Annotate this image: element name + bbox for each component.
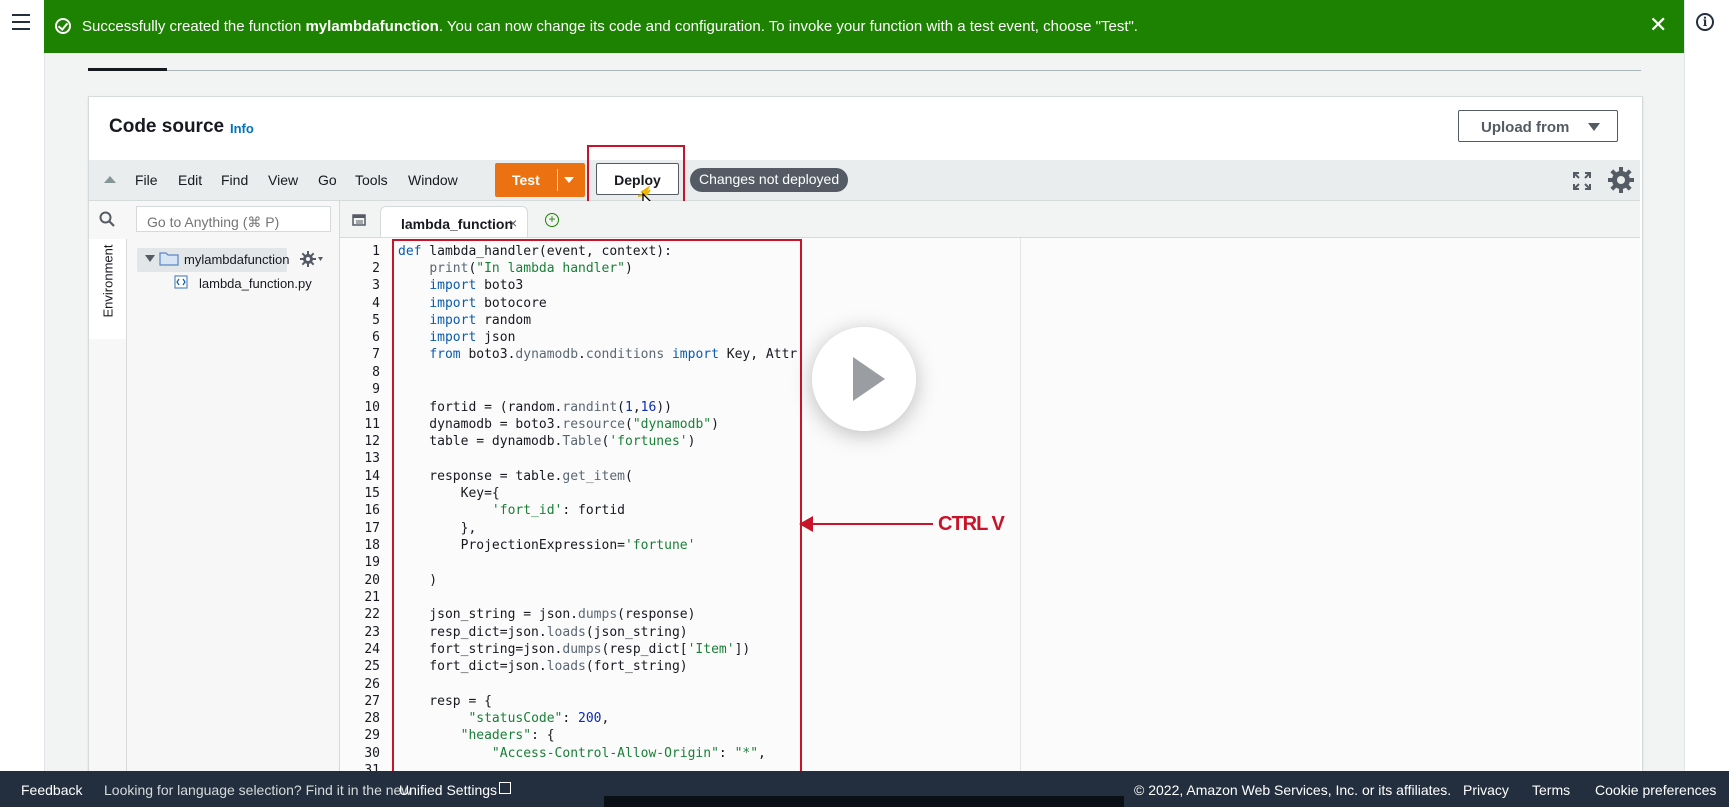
language-notice: Looking for language selection? Find it … <box>104 782 412 798</box>
hamburger-menu-icon[interactable] <box>12 14 30 30</box>
environment-tab-label: Environment <box>100 244 116 318</box>
caret-down-icon <box>1588 123 1600 131</box>
line-number: 14 <box>364 469 380 484</box>
right-tools-rail <box>1684 0 1729 771</box>
menu-tools[interactable]: Tools <box>355 172 388 188</box>
privacy-link[interactable]: Privacy <box>1463 782 1509 798</box>
flash-function-name: mylambdafunction <box>305 18 439 35</box>
search-icon <box>99 211 115 227</box>
go-to-anything-input[interactable] <box>136 206 331 232</box>
flash-message-prefix: Successfully created the function <box>82 18 306 35</box>
close-icon[interactable]: ✕ <box>1649 14 1667 36</box>
success-flash-banner: Successfully created the function mylamb… <box>44 0 1684 53</box>
unified-settings-link[interactable]: Unified Settings <box>399 782 497 798</box>
line-number: 17 <box>364 521 380 536</box>
upload-from-label: Upload from <box>1481 119 1570 136</box>
fullscreen-icon[interactable] <box>1572 171 1592 191</box>
left-navigation-rail <box>0 0 45 771</box>
status-badge: Changes not deployed <box>690 168 849 192</box>
line-number: 31 <box>364 763 380 771</box>
line-number: 13 <box>364 451 380 466</box>
upload-from-button[interactable]: Upload from <box>1458 110 1618 142</box>
line-number: 16 <box>364 503 380 518</box>
line-number: 20 <box>364 573 380 588</box>
copyright-text: © 2022, Amazon Web Services, Inc. or its… <box>1134 782 1452 798</box>
line-number: 27 <box>364 694 380 709</box>
menu-window[interactable]: Window <box>408 172 458 188</box>
menu-edit[interactable]: Edit <box>178 172 202 188</box>
external-link-icon[interactable] <box>499 782 511 794</box>
line-number: 29 <box>364 728 380 743</box>
gear-icon[interactable] <box>1607 166 1635 194</box>
info-link[interactable]: Info <box>230 121 254 136</box>
test-button-label: Test <box>512 172 540 188</box>
close-tab-icon[interactable]: × <box>509 215 517 231</box>
tab-list-icon[interactable] <box>352 214 366 226</box>
line-number: 4 <box>372 296 380 311</box>
page-tabs-divider <box>88 70 1641 71</box>
line-number: 2 <box>372 261 380 276</box>
caret-down-icon[interactable] <box>145 255 155 262</box>
line-number: 1 <box>372 244 380 259</box>
active-tab-indicator[interactable] <box>88 68 167 71</box>
line-number: 6 <box>372 330 380 345</box>
line-number: 19 <box>364 555 380 570</box>
cookie-preferences-link[interactable]: Cookie preferences <box>1595 782 1716 798</box>
pasted-code-highlight-box <box>392 239 802 793</box>
line-number: 5 <box>372 313 380 328</box>
line-number: 8 <box>372 365 380 380</box>
line-number: 12 <box>364 434 380 449</box>
line-number: 7 <box>372 347 380 362</box>
line-number: 22 <box>364 607 380 622</box>
line-number: 28 <box>364 711 380 726</box>
line-number: 18 <box>364 538 380 553</box>
add-tab-icon[interactable]: + <box>545 213 559 227</box>
console-footer: Feedback Looking for language selection?… <box>0 771 1729 807</box>
line-number: 26 <box>364 677 380 692</box>
footer-shade <box>604 796 1124 807</box>
menu-find[interactable]: Find <box>221 172 248 188</box>
line-number: 3 <box>372 278 380 293</box>
collapse-triangle-icon[interactable] <box>104 176 116 183</box>
arrow-left-icon <box>799 516 813 532</box>
sidebar-divider <box>126 239 127 776</box>
menu-view[interactable]: View <box>268 172 298 188</box>
editor-tab-label[interactable]: lambda_function <box>401 216 513 232</box>
menu-file[interactable]: File <box>135 172 158 188</box>
line-number: 10 <box>364 400 380 415</box>
python-file-icon <box>174 275 188 289</box>
line-number: 9 <box>372 382 380 397</box>
menu-go[interactable]: Go <box>318 172 337 188</box>
annotation-arrow-line <box>805 523 933 525</box>
info-circle-icon[interactable]: i <box>1696 13 1714 31</box>
ctrl-v-annotation: CTRL V <box>938 513 1005 535</box>
feedback-link[interactable]: Feedback <box>21 782 82 798</box>
print-margin-line <box>1020 238 1021 771</box>
file-label[interactable]: lambda_function.py <box>199 276 312 291</box>
split-divider <box>557 169 558 191</box>
test-split-button[interactable]: Test <box>495 163 585 197</box>
line-number: 15 <box>364 486 380 501</box>
terms-link[interactable]: Terms <box>1532 782 1570 798</box>
flash-message-suffix: . You can now change its code and config… <box>438 18 1138 35</box>
panel-title: Code source <box>109 116 225 137</box>
line-number: 23 <box>364 625 380 640</box>
line-number: 25 <box>364 659 380 674</box>
caret-down-icon[interactable] <box>564 177 574 183</box>
line-number: 11 <box>364 417 380 432</box>
folder-icon <box>159 252 179 266</box>
folder-label[interactable]: mylambdafunction <box>184 252 290 267</box>
line-number: 30 <box>364 746 380 761</box>
success-check-icon <box>55 18 71 34</box>
editor-tab-bar <box>340 201 1640 238</box>
line-number: 24 <box>364 642 380 657</box>
play-icon[interactable] <box>812 327 916 431</box>
folder-settings-icon[interactable] <box>300 250 324 268</box>
flash-message: Successfully created the function mylamb… <box>82 18 1138 35</box>
line-number: 21 <box>364 590 380 605</box>
